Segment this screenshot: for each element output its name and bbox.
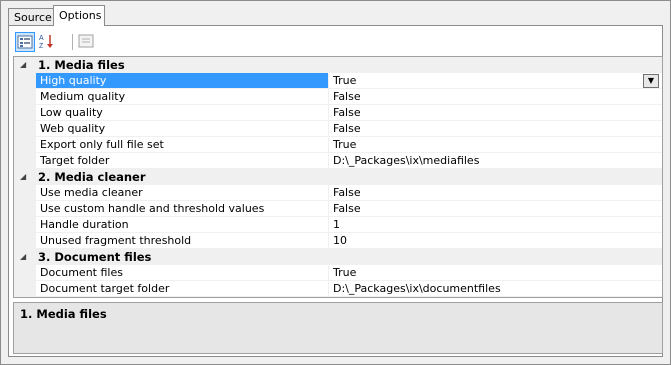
- row-gutter: [14, 233, 36, 249]
- alphabetical-icon: A Z: [39, 35, 53, 50]
- chevron-down-icon: ▼: [647, 76, 655, 85]
- collapse-icon[interactable]: ◢: [20, 57, 30, 73]
- property-name: Use custom handle and threshold values: [36, 201, 328, 217]
- collapse-icon[interactable]: ◢: [20, 169, 30, 185]
- property-row-high-quality[interactable]: High quality True ▼: [14, 73, 662, 89]
- property-value[interactable]: False: [329, 121, 662, 137]
- property-name: Use media cleaner: [36, 185, 328, 201]
- row-gutter: [14, 153, 36, 169]
- property-row[interactable]: Medium quality False: [14, 89, 662, 105]
- row-gutter: [14, 217, 36, 233]
- property-value[interactable]: False: [329, 201, 662, 217]
- tab-source-label: Source: [14, 11, 52, 24]
- property-row[interactable]: Use media cleaner False: [14, 185, 662, 201]
- property-row[interactable]: Export only full file set True: [14, 137, 662, 153]
- category-document-files[interactable]: ◢ 3. Document files: [14, 249, 662, 265]
- category-media-cleaner[interactable]: ◢ 2. Media cleaner: [14, 169, 662, 185]
- property-value[interactable]: 10: [329, 233, 662, 249]
- property-value[interactable]: 1: [329, 217, 662, 233]
- row-gutter: [14, 73, 36, 89]
- property-value[interactable]: D:\_Packages\ix\mediafiles: [329, 153, 662, 169]
- row-gutter: [14, 201, 36, 217]
- collapse-icon[interactable]: ◢: [20, 249, 30, 265]
- property-row[interactable]: Document target folder D:\_Packages\ix\d…: [14, 281, 662, 297]
- row-gutter: [14, 121, 36, 137]
- tab-source[interactable]: Source: [8, 8, 54, 25]
- category-label: 3. Document files: [38, 250, 152, 264]
- property-name: Handle duration: [36, 217, 328, 233]
- row-gutter: [14, 281, 36, 297]
- property-value[interactable]: False: [329, 105, 662, 121]
- property-name: Document files: [36, 265, 328, 281]
- property-pages-button[interactable]: [77, 32, 97, 52]
- property-name: Target folder: [36, 153, 328, 169]
- row-gutter: [14, 89, 36, 105]
- property-grid-toolbar: A Z: [10, 30, 660, 54]
- property-row[interactable]: Unused fragment threshold 10: [14, 233, 662, 249]
- property-value[interactable]: False: [329, 185, 662, 201]
- property-name: Low quality: [36, 105, 328, 121]
- description-pane: 1. Media files: [13, 302, 663, 354]
- property-value[interactable]: True: [329, 73, 662, 89]
- property-name: Web quality: [36, 121, 328, 137]
- category-label: 2. Media cleaner: [38, 170, 146, 184]
- row-gutter: [14, 105, 36, 121]
- property-row[interactable]: Low quality False: [14, 105, 662, 121]
- property-pages-icon: [78, 34, 94, 48]
- property-row[interactable]: Web quality False: [14, 121, 662, 137]
- property-row[interactable]: Target folder D:\_Packages\ix\mediafiles: [14, 153, 662, 169]
- property-value[interactable]: True: [329, 265, 662, 281]
- property-row[interactable]: Handle duration 1: [14, 217, 662, 233]
- property-value[interactable]: False: [329, 89, 662, 105]
- property-row[interactable]: Document files True: [14, 265, 662, 281]
- row-gutter: [14, 137, 36, 153]
- svg-text:A: A: [39, 35, 44, 42]
- tab-options-label: Options: [59, 9, 102, 22]
- property-name: Unused fragment threshold: [36, 233, 328, 249]
- value-dropdown-button[interactable]: ▼: [643, 74, 659, 88]
- category-label: 1. Media files: [38, 58, 125, 72]
- categorized-icon: [17, 35, 33, 49]
- tab-options[interactable]: Options: [53, 5, 105, 26]
- row-gutter: [14, 265, 36, 281]
- alphabetical-button[interactable]: A Z: [38, 32, 58, 52]
- description-title: 1. Media files: [20, 307, 107, 321]
- property-name: Document target folder: [36, 281, 328, 297]
- row-gutter: [14, 185, 36, 201]
- property-value[interactable]: True: [329, 137, 662, 153]
- svg-text:Z: Z: [39, 43, 44, 50]
- toolbar-separator: [72, 34, 73, 50]
- category-media-files[interactable]: ◢ 1. Media files: [14, 57, 662, 73]
- property-grid: ◢ 1. Media files High quality True ▼ Med…: [13, 56, 663, 298]
- categorized-button[interactable]: [15, 32, 35, 52]
- property-name: Export only full file set: [36, 137, 328, 153]
- property-value[interactable]: D:\_Packages\ix\documentfiles: [329, 281, 662, 297]
- property-name: High quality: [36, 73, 328, 89]
- property-row[interactable]: Use custom handle and threshold values F…: [14, 201, 662, 217]
- property-name: Medium quality: [36, 89, 328, 105]
